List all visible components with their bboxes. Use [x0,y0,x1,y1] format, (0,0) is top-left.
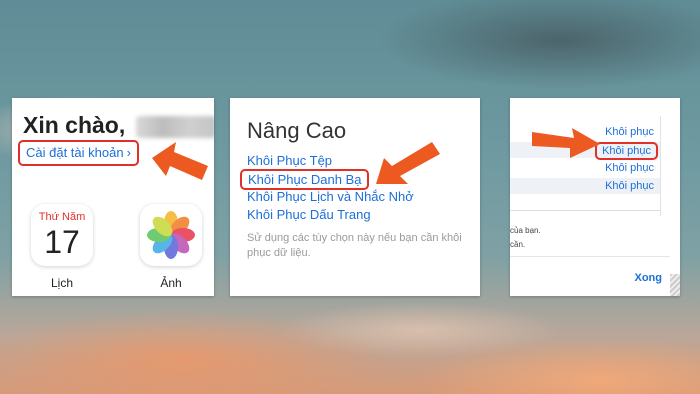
restore-contacts-link[interactable]: Khôi Phục Danh Bạ [240,169,370,190]
restore-calendars-reminders-link[interactable]: Khôi Phục Lịch và Nhắc Nhở [247,189,414,204]
account-settings-link[interactable]: Cài đặt tài khoản › [18,140,139,166]
chevron-right-icon: › [126,145,131,160]
account-settings-label: Cài đặt tài khoản [26,145,124,160]
dialog-text-fragment: của bạn. [510,226,541,235]
restore-button[interactable]: Khôi phục [605,126,654,138]
photos-flower-icon [147,211,195,259]
calendar-app-label: Lịch [50,276,73,290]
photos-app-label: Ảnh [160,276,182,290]
list-divider [660,116,661,216]
done-button[interactable]: Xong [635,272,663,284]
blurred-username [136,116,214,138]
restore-button[interactable]: Khôi phục [605,180,654,192]
calendar-day-name: Thứ Năm [38,211,86,223]
pointer-arrow-icon [376,142,440,184]
pointer-arrow-icon [532,128,600,158]
restore-bookmarks-link[interactable]: Khôi Phục Dấu Trang [247,207,371,222]
pointer-arrow-icon [152,142,208,180]
scrollbar-fragment [670,274,680,296]
greeting-text: Xin chào, [23,112,126,138]
restore-files-link[interactable]: Khôi Phục Tệp [247,153,332,168]
calendar-app-tile[interactable]: Thứ Năm 17 [31,204,93,266]
advanced-panel: Nâng Cao Khôi Phục Tệp Khôi Phục Danh Bạ… [230,98,480,296]
calendar-day-number: 17 [44,224,80,260]
restore-button-highlighted[interactable]: Khôi phục [595,142,658,160]
divider [510,210,660,211]
advanced-note: Sử dụng các tùy chọn này nếu bạn cần khô… [247,232,462,259]
icloud-home-panel: Xin chào, Cài đặt tài khoản › Thứ Năm 17 … [12,98,214,296]
restore-button[interactable]: Khôi phục [605,162,654,174]
dialog-text-fragment: cần. [510,240,526,249]
divider [510,256,670,257]
photos-app-tile[interactable] [140,204,202,266]
advanced-title: Nâng Cao [247,118,347,143]
